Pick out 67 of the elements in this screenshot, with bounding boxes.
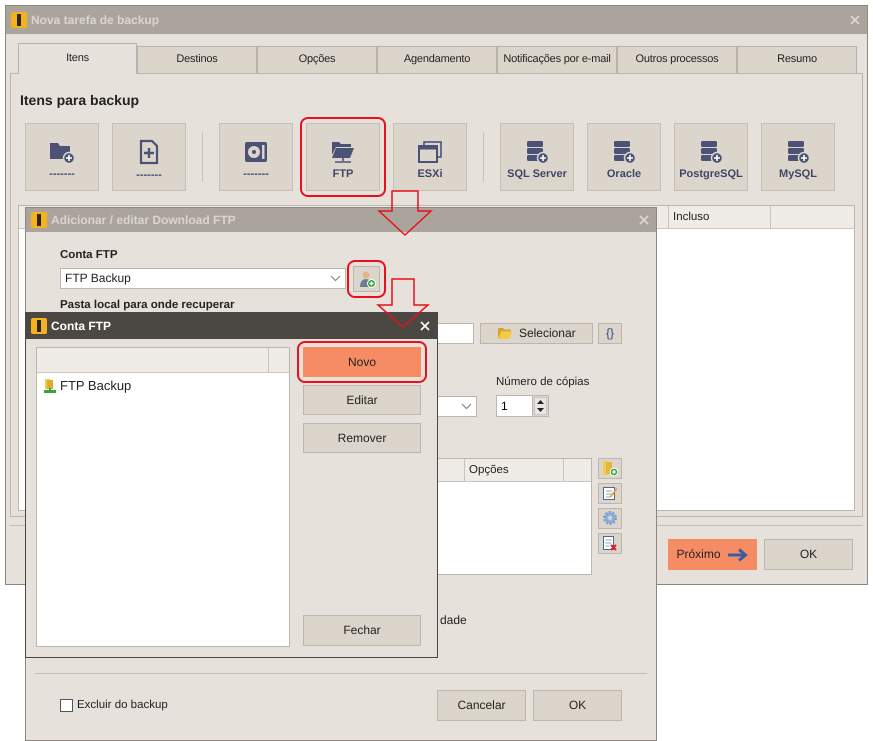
copies-field[interactable]: 1 [496,394,532,417]
chevron-icon [330,275,341,282]
arrow-icon [726,548,748,562]
column-header[interactable]: Incluso [669,206,771,228]
add-folder-button[interactable] [598,458,622,479]
field-label: Número de cópias [496,376,590,390]
backup-item-button[interactable]: Oracle [587,123,661,191]
tab[interactable]: Opções [257,46,377,73]
ftp-account-icon [43,378,57,394]
folder-network-icon [330,140,356,164]
new-button[interactable]: Novo [303,347,421,377]
tab[interactable]: Resumo [737,46,857,73]
ok-button[interactable]: OK [764,539,853,570]
tab[interactable]: Notificações por e-mail [497,46,617,73]
backup-item-button[interactable]: ------- [219,123,293,191]
database-add-icon [524,140,550,164]
remove-icon [602,535,618,552]
remove-button[interactable] [598,532,622,554]
backup-item-button[interactable]: MySQL [761,123,835,191]
down-arrow [377,190,433,236]
folder-add-icon [49,140,75,164]
edit-icon [602,485,618,502]
tab[interactable]: Outros processos [617,46,737,73]
chevron-icon [461,402,472,410]
gear-icon [602,510,618,526]
database-add-icon [698,140,724,164]
section-title: Itens para backup [20,93,140,107]
field-label: Conta FTP [60,248,118,262]
backup-item-button[interactable]: FTP [306,123,380,191]
tab[interactable]: Itens [18,43,137,74]
folder-add-icon [602,460,618,476]
window-title: Conta FTP [51,318,112,334]
add-account-button[interactable] [353,266,380,292]
database-add-icon [785,140,811,164]
close-button[interactable]: Fechar [303,615,421,646]
database-add-icon [611,140,637,164]
user-add-icon [358,270,376,288]
edit-button[interactable] [598,482,622,504]
backup-item-button[interactable]: PostgreSQL [674,123,748,191]
backup-item-button[interactable]: SQL Server [500,123,574,191]
cancel-button[interactable]: Cancelar [437,690,526,721]
checkbox-label: Excluir do backup [77,698,168,712]
option-label: dade [440,612,467,628]
app-logo-icon [31,212,47,228]
exclude-checkbox[interactable] [60,699,73,712]
ok-button[interactable]: OK [533,690,622,721]
app-logo-icon [11,12,27,28]
app-logo-icon [31,318,47,334]
backup-item-button[interactable]: ESXi [393,123,467,191]
file-add-icon [137,139,161,166]
field-label: Pasta local para onde recuperar [60,299,234,311]
tab[interactable]: Agendamento [377,46,497,73]
column-header[interactable]: Opções [465,458,564,481]
folder-icon [496,327,513,340]
account-action-button[interactable]: Remover [303,423,421,453]
account-item[interactable]: FTP Backup [37,376,289,396]
tab[interactable]: Destinos [137,46,257,73]
windows-icon [417,140,443,164]
select-button[interactable]: Selecionar [480,323,594,344]
backup-item-button[interactable]: ------- [25,123,99,191]
spin-arrows-icon[interactable] [532,394,549,417]
backup-item-button[interactable]: ------- [112,123,186,191]
down-arrow [376,278,430,328]
next-button[interactable]: Próximo [668,539,757,570]
account-dropdown[interactable]: FTP Backup [60,268,346,289]
variables-button[interactable]: {} [598,323,622,344]
account-action-button[interactable]: Editar [303,385,421,415]
